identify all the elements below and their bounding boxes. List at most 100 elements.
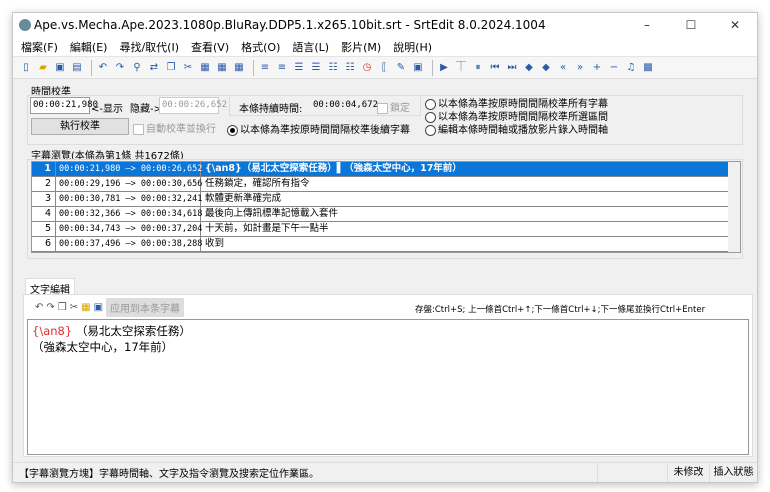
copy-icon[interactable]: ❐ bbox=[164, 61, 178, 75]
subtitle-list[interactable]: 1 00:00:21,980 —> 00:00:26,652 {\an8}（易北太空… bbox=[31, 161, 741, 253]
row-text: 軟體更新準確完成 bbox=[205, 193, 282, 204]
paste-more-icon[interactable]: ▦ bbox=[232, 61, 246, 75]
menu-language[interactable]: 語言(L) bbox=[292, 39, 329, 55]
plus-icon[interactable]: + bbox=[590, 61, 604, 75]
row-timecode: 00:00:37,496 —> 00:00:38,288 bbox=[56, 237, 202, 251]
menu-file[interactable]: 檔案(F) bbox=[21, 39, 58, 55]
duration-label: 本條持續時間: bbox=[239, 104, 303, 115]
row-number: 3 bbox=[32, 192, 56, 206]
list-scrollbar[interactable] bbox=[728, 162, 740, 252]
row-number: 7 bbox=[32, 252, 56, 253]
maximize-button[interactable]: ☐ bbox=[669, 18, 713, 32]
lock-checkbox[interactable]: 鎖定 bbox=[377, 99, 410, 114]
title-bar: Ape.vs.Mecha.Ape.2023.1080p.BluRay.DDP5.… bbox=[13, 13, 757, 37]
delete-line-icon[interactable]: ☰ bbox=[309, 61, 323, 75]
step-forward-icon[interactable]: ◆ bbox=[539, 61, 553, 75]
step-back-icon[interactable]: ◆ bbox=[522, 61, 536, 75]
app-icon bbox=[19, 19, 31, 31]
paste-icon[interactable]: ▦ bbox=[81, 302, 90, 313]
row-text: {\an8}（易北太空探索任務）▌（強森太空中心，17年前） bbox=[205, 163, 462, 174]
close-button[interactable]: ✕ bbox=[713, 18, 757, 32]
rewind-icon[interactable]: « bbox=[556, 61, 570, 75]
apply-button[interactable]: 应用到本条字幕 bbox=[106, 298, 185, 317]
save-as-icon[interactable]: ▤ bbox=[70, 61, 84, 75]
music-icon[interactable]: ♫ bbox=[624, 61, 638, 75]
row-number: 5 bbox=[32, 222, 56, 236]
find-icon[interactable]: ⚲ bbox=[130, 61, 144, 75]
set-time-icon[interactable]: ⏉ bbox=[454, 61, 468, 75]
table-row[interactable]: 2 00:00:29,196 —> 00:00:30,656 任務鎖定，確認所有指令 bbox=[32, 177, 740, 192]
menu-find-replace[interactable]: 尋找/取代(I) bbox=[119, 39, 179, 55]
undo-icon[interactable]: ↶ bbox=[96, 61, 110, 75]
paste-special-icon[interactable]: ▦ bbox=[215, 61, 229, 75]
run-calibration-button[interactable]: 執行校準 bbox=[31, 118, 129, 135]
start-time-input[interactable]: 00:00:21,980 bbox=[30, 97, 98, 114]
fast-forward-icon[interactable]: » bbox=[573, 61, 587, 75]
text-line-1: （易北太空探索任務） bbox=[75, 324, 191, 338]
status-text: 【字幕瀏覽方塊】字幕時間軸、文字及指令瀏覽及搜索定位作業區。 bbox=[19, 469, 319, 480]
radio-edit-timeline[interactable]: 編輯本條時間軸或播放影片錄入時間軸 bbox=[425, 121, 608, 136]
cut-icon[interactable]: ✂ bbox=[70, 302, 78, 313]
duration-value: 00:00:04,672 bbox=[313, 100, 379, 110]
cut-icon[interactable]: ✂ bbox=[181, 61, 195, 75]
bracket-icon[interactable]: ⟦ bbox=[377, 61, 391, 75]
menu-video[interactable]: 影片(M) bbox=[341, 39, 381, 55]
video-icon[interactable]: ▩ bbox=[641, 61, 655, 75]
row-text: 十天前，如計畫是下午一點半 bbox=[205, 223, 329, 234]
row-timecode: 00:00:21,980 —> 00:00:26,652 bbox=[56, 162, 202, 176]
play-icon[interactable]: ▶ bbox=[437, 61, 451, 75]
text-line-2: （強森太空中心，17年前） bbox=[32, 340, 174, 354]
new-file-icon[interactable]: ▯ bbox=[19, 61, 33, 75]
row-timecode: 00:00:34,743 —> 00:00:37,204 bbox=[56, 222, 202, 236]
redo-icon[interactable]: ↷ bbox=[46, 302, 54, 313]
merge-icon[interactable]: ☷ bbox=[326, 61, 340, 75]
row-number: 6 bbox=[32, 237, 56, 251]
table-row[interactable]: 4 00:00:32,366 —> 00:00:34,618 最後向上傳訊標準記憶載… bbox=[32, 207, 740, 222]
replace-icon[interactable]: ⇄ bbox=[147, 61, 161, 75]
auto-calibrate-checkbox[interactable]: 自動校準並換行 bbox=[133, 120, 216, 135]
pause-icon[interactable]: ⏸ bbox=[471, 61, 485, 75]
shortcut-hint: 存盤:Ctrl+S; 上一條首Ctrl+↑;下一條首Ctrl+↓;下一條尾並換行… bbox=[415, 305, 706, 315]
panel-icon[interactable]: ▣ bbox=[411, 61, 425, 75]
insert-line-icon[interactable]: ☰ bbox=[292, 61, 306, 75]
align-center-icon[interactable]: ≡ bbox=[275, 61, 289, 75]
row-timecode: 00:00:29,196 —> 00:00:30,656 bbox=[56, 177, 202, 191]
panel-icon[interactable]: ▣ bbox=[94, 302, 103, 313]
end-time-input[interactable]: 00:00:26,652 bbox=[159, 97, 227, 114]
table-row[interactable]: 1 00:00:21,980 —> 00:00:26,652 {\an8}（易北太空… bbox=[32, 162, 740, 177]
menu-edit[interactable]: 編輯(E) bbox=[70, 39, 108, 55]
subtitle-textarea[interactable]: {\an8} （易北太空探索任務） （強森太空中心，17年前） bbox=[27, 319, 749, 455]
menu-view[interactable]: 查看(V) bbox=[191, 39, 229, 55]
hide-label: 隐藏-> bbox=[130, 104, 162, 115]
prev-icon[interactable]: ⏮ bbox=[488, 61, 502, 75]
copy-icon[interactable]: ❐ bbox=[58, 302, 67, 313]
redo-icon[interactable]: ↷ bbox=[113, 61, 127, 75]
paste-icon[interactable]: ▦ bbox=[198, 61, 212, 75]
radio-calibrate-following[interactable]: 以本條為準按原時間間隔校準後續字幕 bbox=[227, 121, 410, 136]
insert-mode-status: 插入狀態 bbox=[709, 463, 757, 482]
split-icon[interactable]: ☷ bbox=[343, 61, 357, 75]
align-left-icon[interactable]: ≡ bbox=[258, 61, 272, 75]
undo-icon[interactable]: ↶ bbox=[35, 302, 43, 313]
row-number: 4 bbox=[32, 207, 56, 221]
menu-format[interactable]: 格式(O) bbox=[241, 39, 280, 55]
editor-toolbar: ↶ ↷ ❐ ✂ ▦ ▣ 应用到本条字幕 bbox=[35, 298, 185, 317]
table-row[interactable]: 700:00:42,160 —> 00:00:44,107確認中斷 bbox=[32, 252, 740, 253]
row-text: 任務鎖定，確認所有指令 bbox=[205, 178, 310, 189]
table-row[interactable]: 3 00:00:30,781 —> 00:00:32,241 軟體更新準確完成 bbox=[32, 192, 740, 207]
show-label: <-显示 bbox=[91, 104, 123, 115]
save-icon[interactable]: ▣ bbox=[53, 61, 67, 75]
table-row[interactable]: 5 00:00:34,743 —> 00:00:37,204 十天前，如計畫是下午一… bbox=[32, 222, 740, 237]
minus-icon[interactable]: − bbox=[607, 61, 621, 75]
menu-bar: 檔案(F) 編輯(E) 尋找/取代(I) 查看(V) 格式(O) 語言(L) 影… bbox=[13, 37, 757, 57]
main-toolbar: ▯ ▰ ▣ ▤ ↶ ↷ ⚲ ⇄ ❐ ✂ ▦ ▦ ▦ ≡ ≡ ☰ ☰ ☷ ☷ ◷ ⟦ ✎ ▣ ▶ ⏉ ⏸ ⏮ ⏭ ◆ ◆ «» + − ♫ ▩ bbox=[13, 57, 757, 79]
clock-icon[interactable]: ◷ bbox=[360, 61, 374, 75]
row-timecode: 00:00:32,366 —> 00:00:34,618 bbox=[56, 207, 202, 221]
row-number: 1 bbox=[32, 162, 56, 176]
table-row[interactable]: 6 00:00:37,496 —> 00:00:38,288 收到 bbox=[32, 237, 740, 252]
minimize-button[interactable]: – bbox=[625, 18, 669, 32]
pen-icon[interactable]: ✎ bbox=[394, 61, 408, 75]
open-folder-icon[interactable]: ▰ bbox=[36, 61, 50, 75]
next-icon[interactable]: ⏭ bbox=[505, 61, 519, 75]
menu-help[interactable]: 說明(H) bbox=[393, 39, 432, 55]
